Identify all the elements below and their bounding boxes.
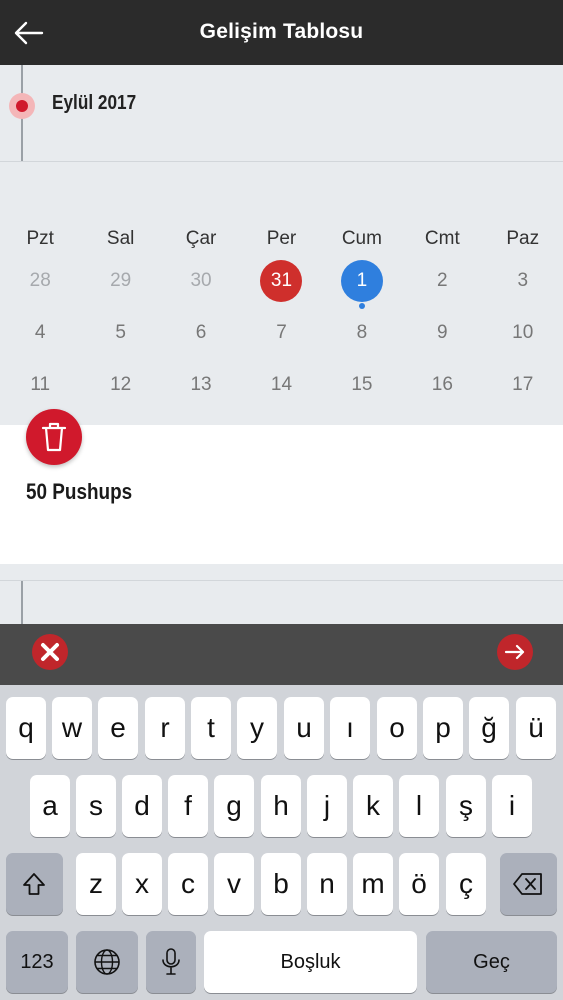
calendar: Pzt Sal Çar Per Cum Cmt Paz 28 29 30 31 … <box>0 162 563 425</box>
key[interactable]: h <box>261 775 301 837</box>
key[interactable]: j <box>307 775 347 837</box>
today-indicator-dot <box>358 303 365 309</box>
weekday-label: Sal <box>106 228 135 249</box>
key[interactable]: n <box>307 853 347 915</box>
day-cell[interactable]: 9 <box>402 313 482 353</box>
key[interactable]: m <box>353 853 393 915</box>
month-header: Eylül 2017 <box>0 65 563 162</box>
key[interactable]: v <box>214 853 254 915</box>
key[interactable]: r <box>145 697 185 759</box>
day-cell[interactable]: 30 <box>161 261 241 301</box>
page-title: Gelişim Tablosu <box>199 20 364 43</box>
space-key[interactable]: Boşluk <box>204 931 417 993</box>
day-cell[interactable]: 14 <box>241 365 321 405</box>
key[interactable]: ö <box>399 853 439 915</box>
key[interactable]: b <box>261 853 301 915</box>
nav-bar: Gelişim Tablosu <box>0 0 563 65</box>
weekday-label: Paz <box>506 228 540 249</box>
week-row: 28 29 30 31 1 2 3 <box>0 260 563 309</box>
weekday-label: Çar <box>185 228 217 249</box>
key[interactable]: x <box>122 853 162 915</box>
key[interactable]: e <box>98 697 138 759</box>
key[interactable]: ş <box>446 775 486 837</box>
day-cell[interactable]: 7 <box>241 313 321 353</box>
cancel-button[interactable] <box>32 634 68 670</box>
key[interactable]: s <box>76 775 116 837</box>
day-cell[interactable]: 28 <box>0 261 80 301</box>
key[interactable]: f <box>168 775 208 837</box>
backspace-icon <box>513 873 542 895</box>
keyboard: q w e r t y u ı o p ğ ü a s d f g h j k … <box>0 685 563 1000</box>
key[interactable]: w <box>52 697 92 759</box>
day-cell[interactable]: 17 <box>483 365 563 405</box>
day-cell[interactable]: 11 <box>0 365 80 405</box>
key[interactable]: u <box>284 697 324 759</box>
key[interactable]: p <box>423 697 463 759</box>
numbers-key[interactable]: 123 <box>6 931 68 993</box>
next-button[interactable] <box>497 634 533 670</box>
backspace-key[interactable] <box>500 853 557 915</box>
day-cell[interactable]: 2 <box>402 261 482 301</box>
delete-entry-button[interactable] <box>26 409 82 465</box>
keyboard-accessory-bar <box>0 624 563 685</box>
entry-title: 50 Pushups <box>26 479 133 504</box>
week-row: 11 12 13 14 15 16 17 <box>0 365 563 405</box>
shift-key[interactable] <box>6 853 63 915</box>
day-cell[interactable]: 3 <box>483 261 563 301</box>
key[interactable]: z <box>76 853 116 915</box>
return-key[interactable]: Geç <box>426 931 557 993</box>
key[interactable]: a <box>30 775 70 837</box>
key[interactable]: ı <box>330 697 370 759</box>
globe-key[interactable] <box>76 931 138 993</box>
key[interactable]: i <box>492 775 532 837</box>
key[interactable]: d <box>122 775 162 837</box>
key[interactable]: o <box>377 697 417 759</box>
key[interactable]: t <box>191 697 231 759</box>
key[interactable]: g <box>214 775 254 837</box>
key[interactable]: c <box>168 853 208 915</box>
week-row: 4 5 6 7 8 9 10 <box>0 313 563 353</box>
day-cell[interactable]: 16 <box>402 365 482 405</box>
key[interactable]: l <box>399 775 439 837</box>
key[interactable]: ğ <box>469 697 509 759</box>
close-circle-icon <box>41 643 59 661</box>
day-cell-selected[interactable]: 31 <box>241 260 321 302</box>
key[interactable]: q <box>6 697 46 759</box>
selected-day-badge: 31 <box>260 260 303 302</box>
month-label: Eylül 2017 <box>52 92 137 114</box>
day-cell[interactable]: 29 <box>80 261 160 301</box>
divider <box>0 580 563 581</box>
microphone-icon <box>162 948 180 975</box>
day-cell[interactable]: 15 <box>322 365 402 405</box>
day-cell[interactable]: 13 <box>161 365 241 405</box>
day-cell[interactable]: 5 <box>80 313 160 353</box>
key[interactable]: ü <box>516 697 556 759</box>
arrow-right-icon <box>504 644 525 660</box>
dictation-key[interactable] <box>146 931 196 993</box>
day-cell[interactable]: 8 <box>322 313 402 353</box>
key[interactable]: y <box>237 697 277 759</box>
weekday-label: Pzt <box>26 228 54 249</box>
shift-icon <box>23 873 45 895</box>
trash-icon <box>41 422 67 452</box>
globe-icon <box>94 949 120 975</box>
key[interactable]: k <box>353 775 393 837</box>
weekday-label: Per <box>266 228 297 249</box>
key[interactable]: ç <box>446 853 486 915</box>
day-cell[interactable]: 12 <box>80 365 160 405</box>
day-cell[interactable]: 6 <box>161 313 241 353</box>
timeline-dot <box>9 93 35 119</box>
weekday-label: Cum <box>341 228 382 249</box>
day-cell[interactable]: 10 <box>483 313 563 353</box>
day-cell[interactable]: 4 <box>0 313 80 353</box>
entry-card: 50 Pushups <box>0 409 563 564</box>
weekday-header: Pzt Sal Çar Per Cum Cmt Paz <box>0 219 563 259</box>
timeline-line <box>21 581 23 624</box>
weekday-label: Cmt <box>424 228 460 249</box>
timeline-continuation <box>0 564 563 624</box>
day-cell-today[interactable]: 1 <box>322 260 402 309</box>
today-badge: 1 <box>340 260 383 302</box>
